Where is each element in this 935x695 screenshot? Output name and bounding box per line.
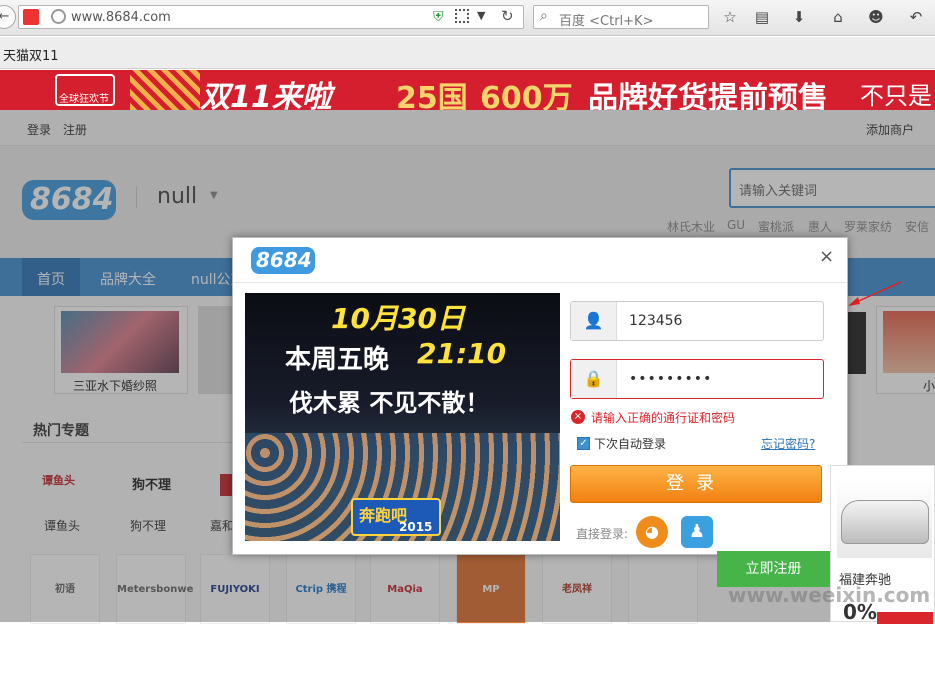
modal-header-divider — [233, 282, 847, 283]
poster-show-logo: 奔跑吧 2015 — [351, 498, 441, 536]
password-value: ••••••••• — [629, 371, 713, 387]
qq-icon[interactable]: ♟ — [681, 516, 713, 548]
username-value: 123456 — [629, 313, 683, 329]
user-icon: 👤 — [571, 302, 617, 340]
back-icon[interactable]: ← — [0, 5, 16, 29]
dropdown-icon[interactable]: ▼ — [477, 9, 485, 22]
undo-icon[interactable]: ↶ — [906, 8, 926, 26]
username-field[interactable]: 👤 123456 — [570, 301, 824, 341]
banner-stripes — [130, 70, 200, 110]
weibo-icon[interactable]: ◕ — [636, 516, 668, 548]
password-field[interactable]: 🔒 ••••••••• — [570, 359, 824, 399]
lock-icon: 🔒 — [571, 360, 617, 398]
remember-label: 下次自动登录 — [594, 437, 667, 451]
bookmarks-bar: 天猫双11 — [0, 37, 935, 69]
star-icon[interactable]: ☆ — [720, 8, 740, 26]
banner-slogan-2: 25国 — [396, 81, 468, 110]
home-icon[interactable]: ⌂ — [828, 8, 848, 26]
poster-year: 2015 — [399, 520, 433, 534]
checkbox-icon[interactable]: ✓ — [577, 437, 590, 450]
banner-slogan-4: 品牌好货提前预售 — [588, 81, 828, 110]
login-modal: 8684 × 10月30日 本周五晚 21:10 伐木累 不见不散！ 奔跑吧 2… — [232, 237, 848, 555]
browser-search-placeholder: 百度 <Ctrl+K> — [559, 14, 654, 29]
promo-banner[interactable]: 全球狂欢节 双11来啦 25国 600万 品牌好货提前预售 不只是 — [0, 70, 935, 110]
car-body — [841, 500, 929, 544]
register-now-button[interactable]: 立即注册 — [717, 551, 830, 587]
modal-logo: 8684 — [251, 247, 315, 274]
reader-icon[interactable]: ▤ — [752, 8, 772, 26]
forgot-password-link[interactable]: 忘记密码? — [761, 435, 815, 452]
direct-login-label: 直接登录: — [576, 527, 629, 541]
search-icon: ⌕ — [540, 8, 548, 24]
browser-toolbar: ← www.8684.com ⛨ ▼ ↻ ⌕ 百度 <Ctrl+K> ☆ ▤ ⬇… — [0, 0, 935, 36]
url-bar[interactable]: www.8684.com ⛨ ▼ ↻ — [18, 5, 524, 29]
banner-slogan-1: 双11来啦 — [200, 80, 332, 110]
site-favicon — [23, 9, 39, 25]
tmall-logo: 全球狂欢节 — [55, 74, 115, 106]
close-icon[interactable]: × — [819, 246, 834, 267]
bookmark-tmall[interactable]: 天猫双11 — [3, 45, 59, 64]
download-icon[interactable]: ⬇ — [789, 8, 809, 26]
qr-icon[interactable] — [455, 9, 469, 23]
globe-icon — [51, 9, 66, 24]
error-message: 请输入正确的通行证和密码 — [591, 411, 736, 425]
poster-date: 10月30日 — [331, 302, 465, 335]
url-text: www.8684.com — [71, 10, 171, 25]
annotation-arrow — [848, 281, 902, 306]
banner-slogan-3: 600万 — [480, 81, 573, 110]
ad-rate-badge — [877, 612, 933, 624]
poster-slogan: 伐木累 不见不散！ — [289, 389, 490, 417]
car-image — [837, 478, 932, 558]
modal-logo-text: 8684 — [256, 248, 312, 272]
poster-time: 21:10 — [417, 337, 507, 370]
banner-logo-text: 全球狂欢节 — [59, 94, 109, 105]
shield-icon[interactable]: ⛨ — [433, 9, 444, 25]
browser-search-bar[interactable]: ⌕ 百度 <Ctrl+K> — [533, 5, 709, 29]
promo-poster[interactable]: 10月30日 本周五晚 21:10 伐木累 不见不散！ 奔跑吧 2015 — [245, 293, 560, 541]
login-button[interactable]: 登录 — [570, 465, 822, 503]
poster-day: 本周五晚 — [285, 345, 390, 375]
reload-icon[interactable]: ↻ — [501, 7, 514, 25]
banner-slogan-5: 不只是 — [860, 82, 932, 110]
error-icon: × — [571, 410, 585, 424]
chat-icon[interactable]: ☻ — [866, 8, 886, 26]
